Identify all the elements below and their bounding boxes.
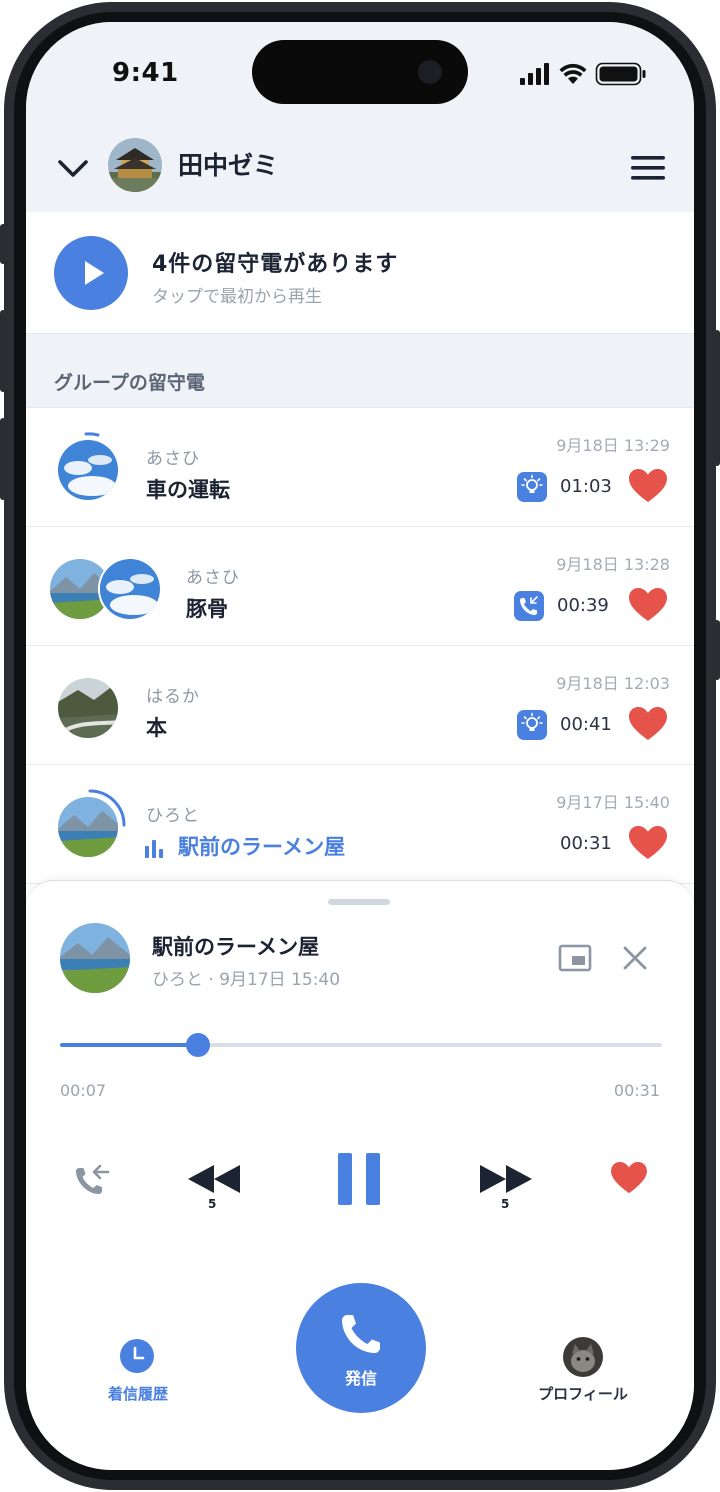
front-camera [418, 60, 442, 84]
call-button[interactable] [296, 1283, 426, 1413]
menu-icon[interactable] [630, 154, 666, 182]
landscape-image [60, 923, 130, 993]
temple-image [108, 138, 162, 192]
total-time: 00:31 [613, 1081, 660, 1100]
picture-in-picture-icon[interactable] [558, 943, 592, 973]
message-duration: 01:03 [560, 476, 612, 497]
heart-icon[interactable] [628, 468, 668, 504]
message-title: 本 [146, 716, 167, 740]
top-area: 9:41 田中ゼミ [26, 22, 694, 212]
status-time: 9:41 [112, 58, 179, 88]
avatar [98, 557, 162, 621]
close-icon[interactable] [622, 945, 648, 971]
progress-fill [60, 1043, 199, 1047]
lightbulb-icon [517, 472, 547, 502]
cellular-signal-icon [520, 63, 549, 85]
clock-icon[interactable] [120, 1339, 154, 1373]
audio-bars-icon [145, 840, 163, 858]
avatar [56, 795, 120, 859]
message-duration: 00:39 [557, 595, 609, 616]
player-sheet: 駅前のラーメン屋 ひろと · 9月17日 15:40 00:07 00:31 5 [26, 880, 694, 1470]
group-title: 田中ゼミ [178, 151, 279, 180]
heart-icon[interactable] [628, 587, 668, 623]
list-item[interactable]: あさひ 豚骨 9月18日 13:28 00:39 [26, 527, 694, 646]
tab-history[interactable]: 着信履歴 [86, 1383, 190, 1404]
header: 田中ゼミ [26, 132, 694, 212]
message-date: 9月17日 15:40 [556, 793, 670, 812]
screen: 9:41 田中ゼミ 4件の留守電があります タップで最初から再生 グループの留守… [26, 22, 694, 1470]
heart-icon[interactable] [628, 706, 668, 742]
action-button [0, 224, 6, 264]
player-avatar [60, 923, 130, 993]
sender-name: あさひ [186, 568, 240, 588]
list-item-playing[interactable]: ひろと 駅前のラーメン屋 9月17日 15:40 00:31 [26, 765, 694, 884]
forward-seconds: 5 [501, 1197, 510, 1211]
player-subtitle: ひろと · 9月17日 15:40 [152, 970, 341, 990]
section-header: グループの留守電 [26, 334, 694, 408]
battery-icon [595, 62, 646, 86]
progress-knob[interactable] [186, 1033, 211, 1057]
voicemail-banner[interactable]: 4件の留守電があります タップで最初から再生 [26, 212, 694, 334]
power-button [714, 330, 720, 466]
message-date: 9月18日 13:28 [556, 555, 670, 574]
list-item[interactable]: はるか 本 9月18日 12:03 00:41 [26, 646, 694, 765]
tab-profile[interactable]: プロフィール [518, 1383, 648, 1404]
heart-icon[interactable] [610, 1161, 648, 1195]
list-item[interactable]: あさひ 車の運転 9月18日 13:29 01:03 [26, 408, 694, 527]
profile-avatar[interactable] [563, 1337, 603, 1377]
play-icon [85, 261, 104, 285]
sender-name: はるか [146, 687, 200, 707]
sky-image [100, 559, 160, 619]
sender-name: ひろと [146, 806, 200, 826]
message-duration: 00:31 [560, 833, 612, 854]
rewind-seconds: 5 [208, 1197, 217, 1211]
phone-icon [342, 1315, 380, 1353]
player-title: 駅前のラーメン屋 [152, 935, 320, 959]
pause-icon[interactable] [336, 1151, 386, 1207]
phone-callback-icon [514, 591, 544, 621]
message-title: 駅前のラーメン屋 [178, 835, 346, 859]
dynamic-island [252, 40, 468, 104]
group-avatar[interactable] [108, 138, 162, 192]
wifi-icon [559, 63, 587, 84]
heart-icon[interactable] [628, 825, 668, 861]
side-button [714, 620, 720, 680]
status-icons [520, 62, 646, 86]
progress-slider[interactable] [60, 1033, 662, 1057]
voicemail-count-title: 4件の留守電があります [152, 252, 399, 277]
fast-forward-icon[interactable] [478, 1163, 534, 1195]
message-date: 9月18日 12:03 [556, 674, 670, 693]
voicemail-subtitle: タップで最初から再生 [152, 287, 322, 307]
call-label: 発信 [344, 1369, 377, 1388]
section-label: グループの留守電 [54, 372, 205, 394]
message-duration: 00:41 [560, 714, 612, 735]
message-date: 9月18日 13:29 [556, 436, 670, 455]
volume-down-button [0, 418, 6, 500]
sender-name: あさひ [146, 449, 200, 469]
play-all-button[interactable] [54, 236, 128, 310]
lightbulb-icon [517, 710, 547, 740]
chevron-down-icon[interactable] [56, 152, 90, 186]
volume-up-button [0, 310, 6, 392]
current-time: 00:07 [60, 1081, 107, 1100]
avatar [56, 676, 120, 740]
message-title: 豚骨 [186, 597, 228, 621]
message-title: 車の運転 [146, 478, 230, 502]
sheet-grabber[interactable] [328, 899, 390, 905]
road-image [58, 678, 118, 738]
rewind-icon[interactable] [186, 1163, 242, 1195]
avatar [56, 438, 120, 502]
call-back-icon[interactable] [70, 1161, 110, 1201]
cat-image [563, 1337, 603, 1377]
